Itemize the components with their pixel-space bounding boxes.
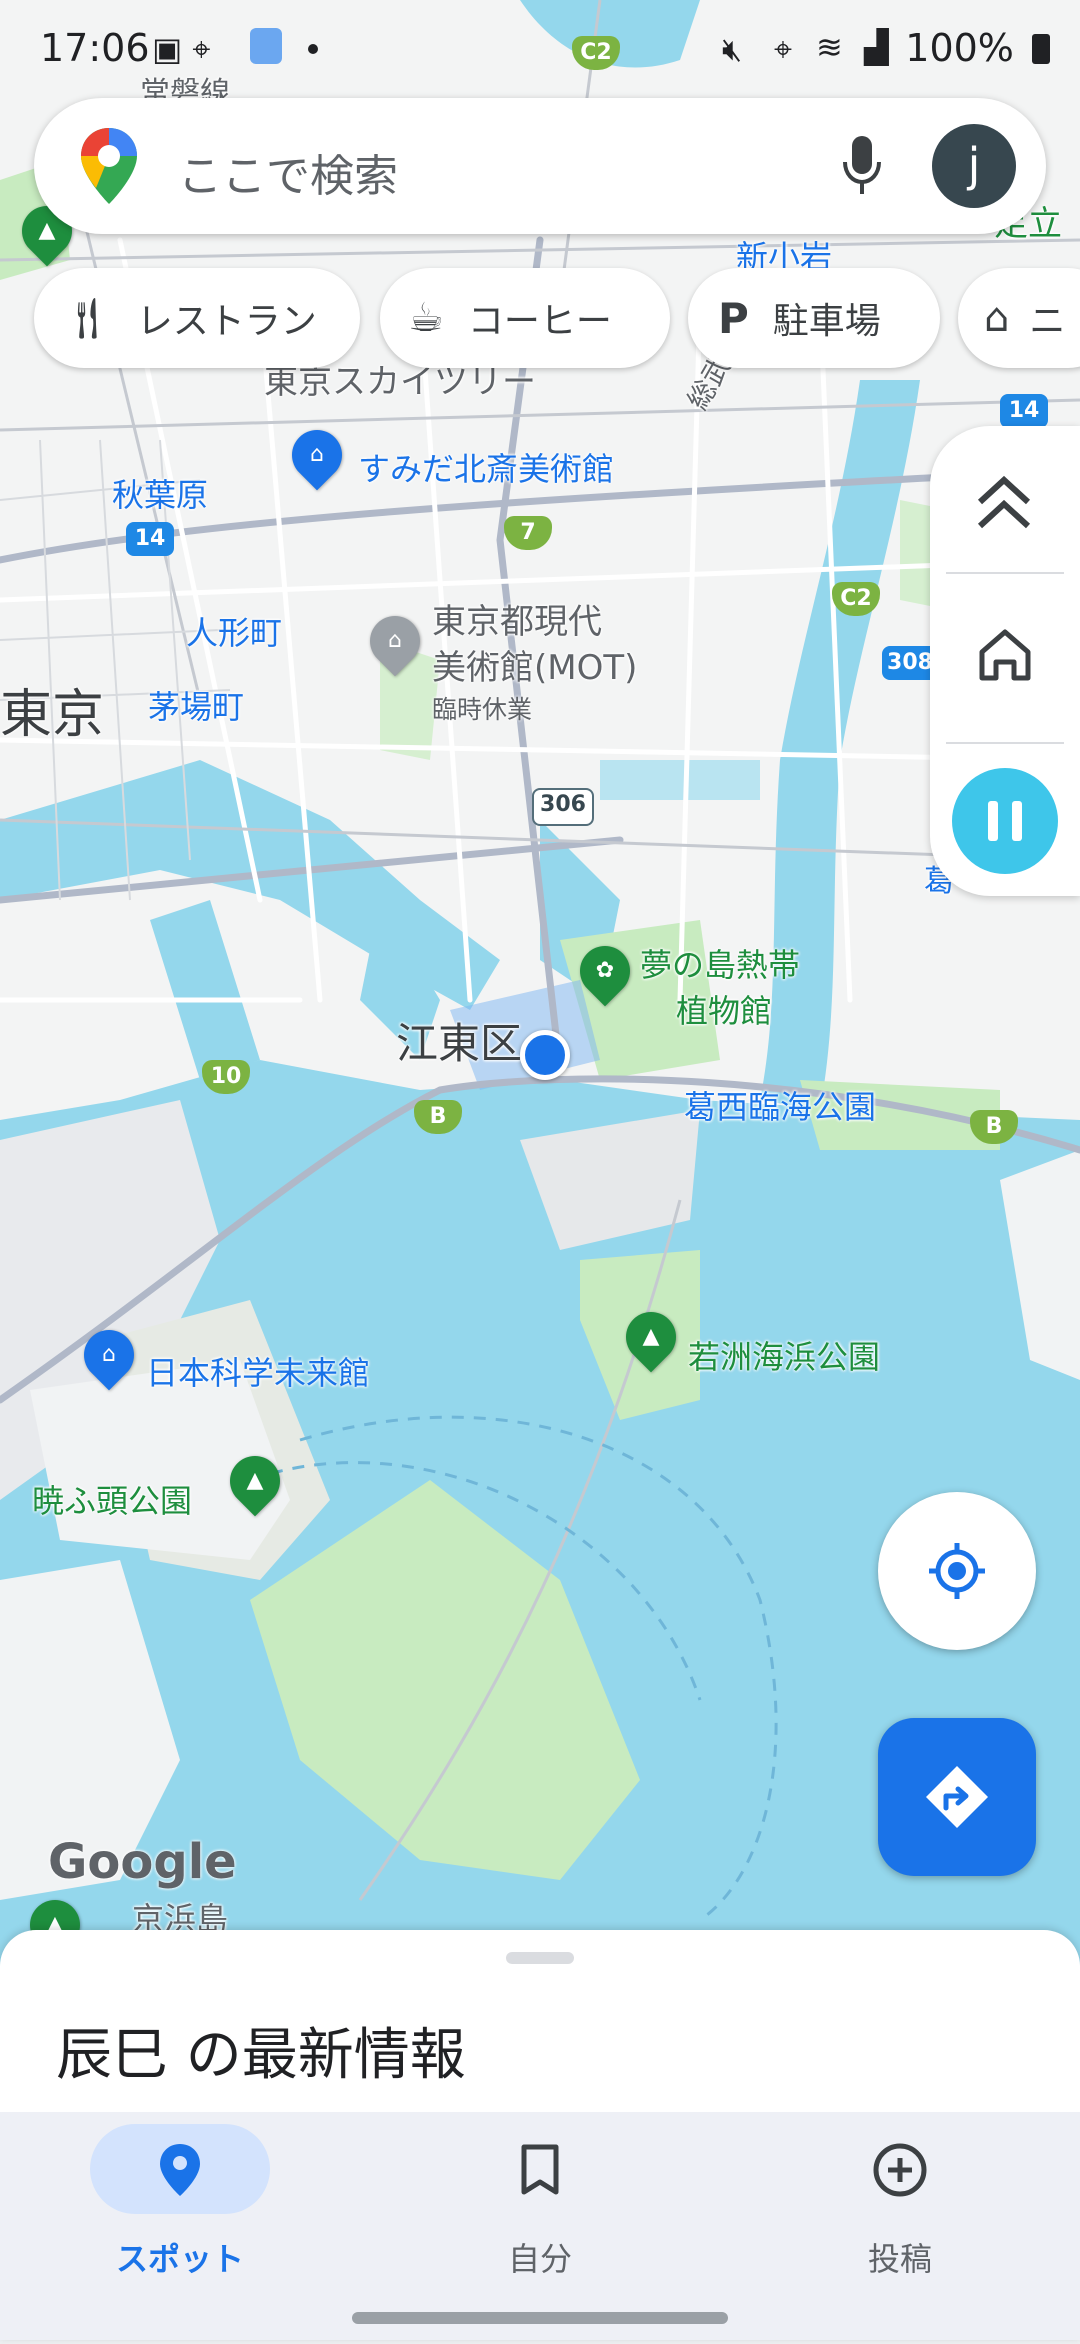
account-avatar[interactable]: j bbox=[932, 124, 1016, 208]
wifi-icon: ≋ bbox=[816, 28, 843, 66]
restaurant-icon: 🍴︎ bbox=[62, 295, 113, 342]
divider bbox=[946, 742, 1064, 744]
map-label-tokyo: 東京 bbox=[0, 685, 105, 745]
my-location-icon bbox=[929, 1543, 985, 1599]
nav-tab-explore-label: スポット bbox=[115, 2240, 244, 2278]
map-label-miraikan[interactable]: 日本科学未来館 bbox=[146, 1348, 370, 1394]
map-label-mot-line2[interactable]: 美術館(MOT) bbox=[432, 640, 637, 689]
route-shield-14: 14 bbox=[1000, 394, 1048, 428]
chip-hotel-label: ニ bbox=[1029, 301, 1066, 342]
chip-restaurant[interactable]: 🍴︎ レストラン bbox=[34, 268, 360, 368]
location-pin-icon bbox=[160, 2144, 200, 2196]
map-label-koto: 江東区 bbox=[396, 1019, 523, 1068]
sheet-title: 辰巳 の最新情報 bbox=[56, 2023, 466, 2088]
map-label-akatsuki[interactable]: 暁ふ頭公園 bbox=[32, 1476, 192, 1522]
map-label-kayabacho[interactable]: 茅場町 bbox=[148, 682, 244, 728]
maps-notification-icon bbox=[250, 28, 282, 64]
map-label-yumenoshima-line1[interactable]: 夢の島熱帯 bbox=[640, 940, 800, 986]
navigation-control-panel bbox=[930, 426, 1080, 896]
map-label-wakasu[interactable]: 若洲海浜公園 bbox=[688, 1332, 880, 1378]
divider bbox=[946, 572, 1064, 574]
chip-restaurant-label: レストラン bbox=[136, 301, 317, 342]
chip-coffee-label: コーヒー bbox=[467, 301, 612, 342]
coffee-icon: ☕︎ bbox=[408, 295, 444, 341]
my-location-button[interactable] bbox=[878, 1492, 1036, 1650]
gallery-notification-icon: ▣ ⌖ bbox=[152, 30, 211, 68]
map-label-ningyocho[interactable]: 人形町 bbox=[186, 608, 282, 654]
current-location-dot bbox=[520, 1030, 570, 1080]
gesture-bar[interactable] bbox=[352, 2312, 728, 2324]
chip-parking-label: 駐車場 bbox=[772, 301, 881, 342]
route-shield-14: 14 bbox=[126, 522, 174, 556]
chevron-double-up-icon[interactable] bbox=[974, 470, 1034, 534]
battery-icon bbox=[1032, 34, 1050, 64]
hotel-icon: ⌂ bbox=[984, 295, 1010, 341]
microphone-icon[interactable] bbox=[842, 134, 882, 198]
map-label-kasai[interactable]: 葛西臨海公園 bbox=[684, 1082, 876, 1128]
bookmark-icon bbox=[521, 2144, 559, 2195]
nav-tab-contribute[interactable]: 投稿 bbox=[720, 2112, 1080, 2340]
nav-tab-you[interactable]: 自分 bbox=[360, 2112, 720, 2340]
route-shield-306: 306 bbox=[532, 788, 594, 826]
map-label-mot-line1[interactable]: 東京都現代 bbox=[432, 594, 602, 643]
bottom-navigation: スポット 自分 投稿 bbox=[0, 2112, 1080, 2340]
add-circle-icon bbox=[873, 2143, 927, 2197]
google-maps-logo-icon bbox=[81, 128, 137, 204]
more-notifications-dot-icon bbox=[308, 44, 318, 54]
home-icon[interactable] bbox=[976, 626, 1034, 684]
parking-icon: P bbox=[718, 293, 749, 343]
map-label-hokusai[interactable]: すみだ北斎美術館 bbox=[358, 444, 614, 490]
directions-button[interactable] bbox=[878, 1718, 1036, 1876]
search-bar[interactable]: ここで検索 j bbox=[34, 98, 1046, 234]
google-logo: Google bbox=[48, 1834, 237, 1890]
map-label-mot-status: 臨時休業 bbox=[432, 695, 533, 724]
mute-icon: 🔇︎ bbox=[722, 30, 743, 68]
nav-tab-contribute-label: 投稿 bbox=[867, 2240, 932, 2278]
signal-icon: ▟ bbox=[864, 28, 889, 66]
chip-coffee[interactable]: ☕︎ コーヒー bbox=[380, 268, 670, 368]
map-label-akihabara[interactable]: 秋葉原 bbox=[112, 470, 208, 516]
battery-percent: 100% bbox=[905, 26, 1014, 70]
pause-button[interactable] bbox=[952, 768, 1058, 874]
chip-hotel[interactable]: ⌂ ニ bbox=[958, 268, 1080, 368]
directions-icon bbox=[926, 1766, 988, 1828]
chip-parking[interactable]: P 駐車場 bbox=[688, 268, 940, 368]
location-status-icon: ⌖ bbox=[774, 30, 793, 68]
sheet-drag-handle[interactable] bbox=[506, 1952, 574, 1964]
nav-tab-explore[interactable]: スポット bbox=[0, 2112, 360, 2340]
status-bar: 17:06 ▣ ⌖ 🔇︎ ⌖ ≋ ▟ 100% bbox=[0, 0, 1080, 100]
search-input[interactable]: ここで検索 bbox=[178, 140, 398, 204]
map-label-yumenoshima-line2[interactable]: 植物館 bbox=[676, 986, 772, 1032]
nav-tab-you-label: 自分 bbox=[507, 2240, 572, 2278]
status-time: 17:06 bbox=[40, 26, 150, 70]
pause-icon bbox=[988, 801, 998, 841]
